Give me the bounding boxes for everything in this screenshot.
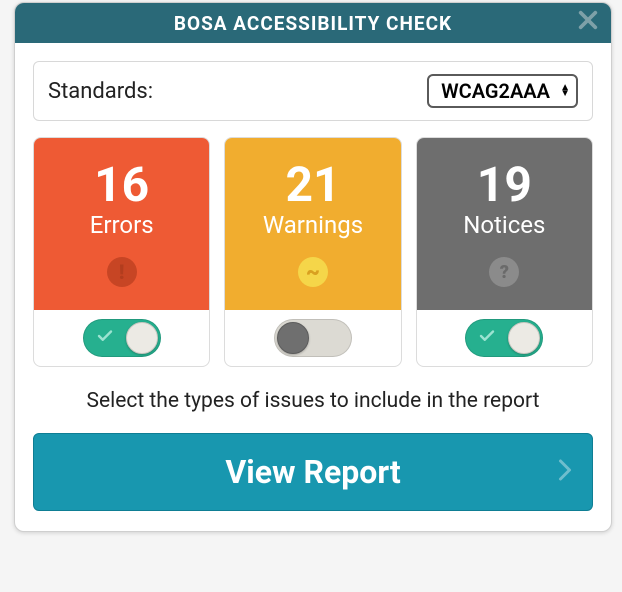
- select-arrows-icon: ▲▼: [560, 85, 570, 97]
- check-icon: [96, 327, 114, 349]
- warnings-count: 21: [285, 161, 340, 209]
- notices-card: 19 Notices ?: [416, 137, 593, 367]
- errors-count: 16: [94, 161, 149, 209]
- toggle-knob: [277, 322, 309, 354]
- issue-cards: 16 Errors ! 21 Warnings ~: [15, 131, 611, 367]
- errors-card-top: 16 Errors !: [34, 138, 209, 310]
- close-button[interactable]: [573, 7, 603, 37]
- errors-toggle-row: [34, 310, 209, 366]
- toggle-knob: [126, 322, 158, 354]
- tilde-icon: ~: [298, 257, 328, 287]
- check-icon: [478, 327, 496, 349]
- standards-select[interactable]: WCAG2AAA ▲▼: [427, 74, 578, 108]
- question-icon: ?: [489, 257, 519, 287]
- notices-card-top: 19 Notices ?: [417, 138, 592, 310]
- panel-title: BOSA ACCESSIBILITY CHECK: [174, 12, 452, 35]
- warnings-card: 21 Warnings ~: [224, 137, 401, 367]
- errors-toggle[interactable]: [83, 319, 161, 357]
- notices-label: Notices: [463, 211, 545, 239]
- warnings-card-top: 21 Warnings ~: [225, 138, 400, 310]
- view-report-label: View Report: [225, 453, 400, 491]
- notices-toggle-row: [417, 310, 592, 366]
- toggle-knob: [508, 322, 540, 354]
- accessibility-check-panel: BOSA ACCESSIBILITY CHECK Standards: WCAG…: [14, 2, 612, 532]
- errors-label: Errors: [90, 211, 154, 239]
- standards-selected-value: WCAG2AAA: [441, 79, 550, 103]
- warnings-label: Warnings: [263, 211, 363, 239]
- exclamation-icon: !: [107, 257, 137, 287]
- standards-label: Standards:: [48, 79, 153, 104]
- chevron-right-icon: [556, 453, 574, 491]
- warnings-toggle-row: [225, 310, 400, 366]
- notices-toggle[interactable]: [465, 319, 543, 357]
- errors-card: 16 Errors !: [33, 137, 210, 367]
- standards-row: Standards: WCAG2AAA ▲▼: [33, 61, 593, 121]
- titlebar: BOSA ACCESSIBILITY CHECK: [15, 3, 611, 43]
- warnings-toggle[interactable]: [274, 319, 352, 357]
- instruction-text: Select the types of issues to include in…: [33, 389, 593, 413]
- close-icon: [577, 9, 599, 36]
- notices-count: 19: [477, 161, 532, 209]
- view-report-button[interactable]: View Report: [33, 433, 593, 511]
